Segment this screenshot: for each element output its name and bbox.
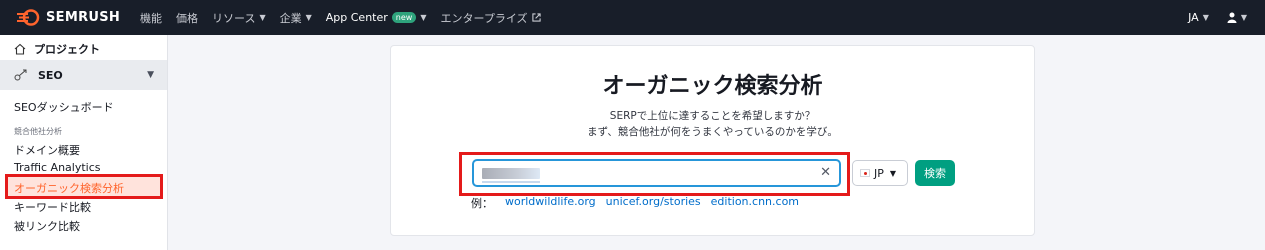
language-label: JA: [1188, 11, 1199, 24]
user-icon: [1227, 12, 1237, 23]
nav-app-center-label: App Center: [325, 11, 388, 24]
chevron-down-icon: ▼: [147, 70, 154, 80]
home-icon: [14, 43, 26, 55]
user-menu[interactable]: ▼: [1227, 12, 1247, 23]
database-label: JP: [874, 166, 884, 180]
sidebar-item-projects-label: プロジェクト: [34, 43, 100, 56]
sidebar-item-seo-dashboard[interactable]: SEOダッシュボード: [14, 99, 114, 115]
example-link[interactable]: edition.cnn.com: [711, 195, 799, 211]
chevron-down-icon: ▼: [305, 13, 312, 22]
chevron-down-icon: ▼: [889, 168, 897, 178]
redacted-input-value: [482, 168, 540, 179]
nav-pricing[interactable]: 価格: [176, 10, 198, 26]
nav-company[interactable]: 企業 ▼: [280, 10, 312, 26]
semrush-logo-icon: [17, 9, 40, 26]
japan-flag-icon: [860, 169, 870, 177]
nav-resources[interactable]: リソース ▼: [212, 10, 266, 26]
sidebar-item-projects[interactable]: プロジェクト: [14, 38, 100, 60]
example-link[interactable]: worldwildlife.org: [505, 195, 596, 211]
chevron-down-icon: ▼: [420, 13, 427, 22]
organic-research-card: オーガニック検索分析 SERPで上位に達することを希望しますか？ まず、競合他社…: [390, 45, 1035, 236]
domain-search-input[interactable]: ✕: [472, 159, 841, 187]
external-link-icon: [531, 13, 541, 22]
sidebar-item-backlink-gap[interactable]: 被リンク比較: [14, 218, 80, 234]
examples-label: 例：: [471, 197, 493, 210]
search-button[interactable]: 検索: [915, 160, 955, 186]
sidebar-item-domain-overview[interactable]: ドメイン概要: [14, 142, 80, 158]
redacted-input-underline: [482, 181, 540, 183]
semrush-logo[interactable]: SEMRUSH: [16, 9, 120, 26]
sidebar-item-organic-research[interactable]: オーガニック検索分析: [14, 180, 124, 196]
right-nav: JA ▼ ▼: [1188, 0, 1247, 35]
chevron-down-icon: ▼: [1240, 13, 1247, 22]
subtitle-line-2: まず、競合他社が何をうまくやっているのかを学び。: [587, 126, 838, 138]
sidebar-item-keyword-gap[interactable]: キーワード比較: [14, 199, 91, 215]
language-switcher[interactable]: JA ▼: [1188, 11, 1209, 24]
examples-row: 例： worldwildlife.org unicef.org/stories …: [471, 195, 799, 211]
nav-company-label: 企業: [279, 11, 302, 25]
database-select[interactable]: JP ▼: [852, 160, 908, 186]
sidebar-group-competitive-analysis: 競合他社分析: [14, 127, 62, 136]
nav-enterprise-label: エンタープライズ: [440, 11, 528, 25]
sidebar: プロジェクト SEO ▼ SEOダッシュボード 競合他社分析 ドメイン概要 Tr…: [0, 35, 168, 250]
sidebar-item-traffic-analytics[interactable]: Traffic Analytics: [14, 161, 101, 174]
nav-app-center[interactable]: App Center new ▼: [326, 11, 427, 24]
subtitle-line-1: SERPで上位に達することを希望しますか？: [609, 110, 816, 122]
seo-rocket-icon: [14, 69, 27, 81]
nav-features[interactable]: 機能: [140, 10, 162, 26]
chevron-down-icon: ▼: [1202, 13, 1209, 22]
brand-name: SEMRUSH: [46, 10, 121, 25]
close-icon[interactable]: ✕: [820, 165, 831, 180]
nav-resources-label: リソース: [212, 11, 256, 25]
nav-features-label: 機能: [140, 11, 162, 25]
top-navigation-bar: SEMRUSH 機能 価格 リソース ▼ 企業 ▼ App Center new ▼ エ…: [0, 0, 1265, 35]
sidebar-section-seo[interactable]: SEO ▼: [0, 60, 167, 90]
page-title: オーガニック検索分析: [602, 74, 823, 99]
new-badge: new: [391, 12, 417, 23]
nav-pricing-label: 価格: [176, 11, 198, 25]
chevron-down-icon: ▼: [259, 13, 266, 22]
main-nav: 機能 価格 リソース ▼ 企業 ▼ App Center new ▼ エンタープライズ: [140, 0, 541, 35]
example-link[interactable]: unicef.org/stories: [606, 195, 701, 211]
nav-enterprise[interactable]: エンタープライズ: [440, 10, 541, 26]
sidebar-section-seo-label: SEO: [38, 68, 63, 82]
